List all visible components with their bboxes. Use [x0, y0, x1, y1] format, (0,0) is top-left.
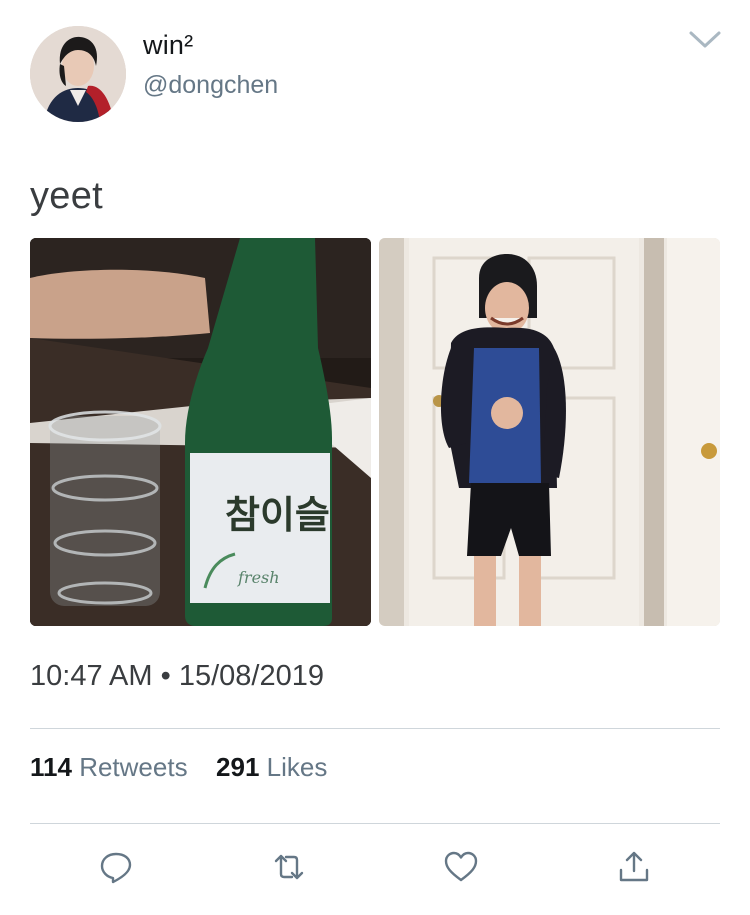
- divider: [30, 728, 720, 729]
- avatar[interactable]: [30, 26, 126, 122]
- retweets-count: 114: [30, 752, 72, 782]
- likes-label: Likes: [266, 752, 328, 782]
- tweet-media-2[interactable]: [379, 238, 720, 626]
- display-name[interactable]: win²: [143, 30, 193, 61]
- avatar-image: [30, 26, 126, 122]
- tweet-timestamp[interactable]: 10:47 AM • 15/08/2019: [30, 660, 324, 693]
- tweet-time: 10:47 AM: [30, 660, 153, 692]
- bottom-edge: [0, 905, 750, 915]
- kid-photo: [379, 238, 720, 626]
- tweet-text: yeet: [30, 175, 104, 217]
- chevron-down-icon[interactable]: [688, 28, 722, 50]
- tweet-stats: 114 Retweets 291 Likes: [30, 752, 327, 783]
- tweet-date: 15/08/2019: [178, 660, 324, 692]
- soju-photo: 참이슬 fresh: [30, 238, 371, 626]
- reply-icon[interactable]: [99, 850, 133, 884]
- likes-count: 291: [216, 752, 260, 782]
- bottle-variant-text: fresh: [237, 568, 280, 587]
- divider: [30, 823, 720, 824]
- timestamp-separator: •: [160, 660, 171, 692]
- heart-icon[interactable]: [444, 850, 478, 884]
- retweet-icon[interactable]: [272, 850, 306, 884]
- retweets-stat[interactable]: 114 Retweets: [30, 752, 195, 782]
- retweets-label: Retweets: [79, 752, 188, 782]
- tweet-media-1[interactable]: 참이슬 fresh: [30, 238, 371, 626]
- bottle-brand-text: 참이슬: [225, 493, 330, 537]
- share-icon[interactable]: [617, 850, 651, 884]
- likes-stat[interactable]: 291 Likes: [216, 752, 327, 782]
- user-handle[interactable]: @dongchen: [143, 71, 278, 100]
